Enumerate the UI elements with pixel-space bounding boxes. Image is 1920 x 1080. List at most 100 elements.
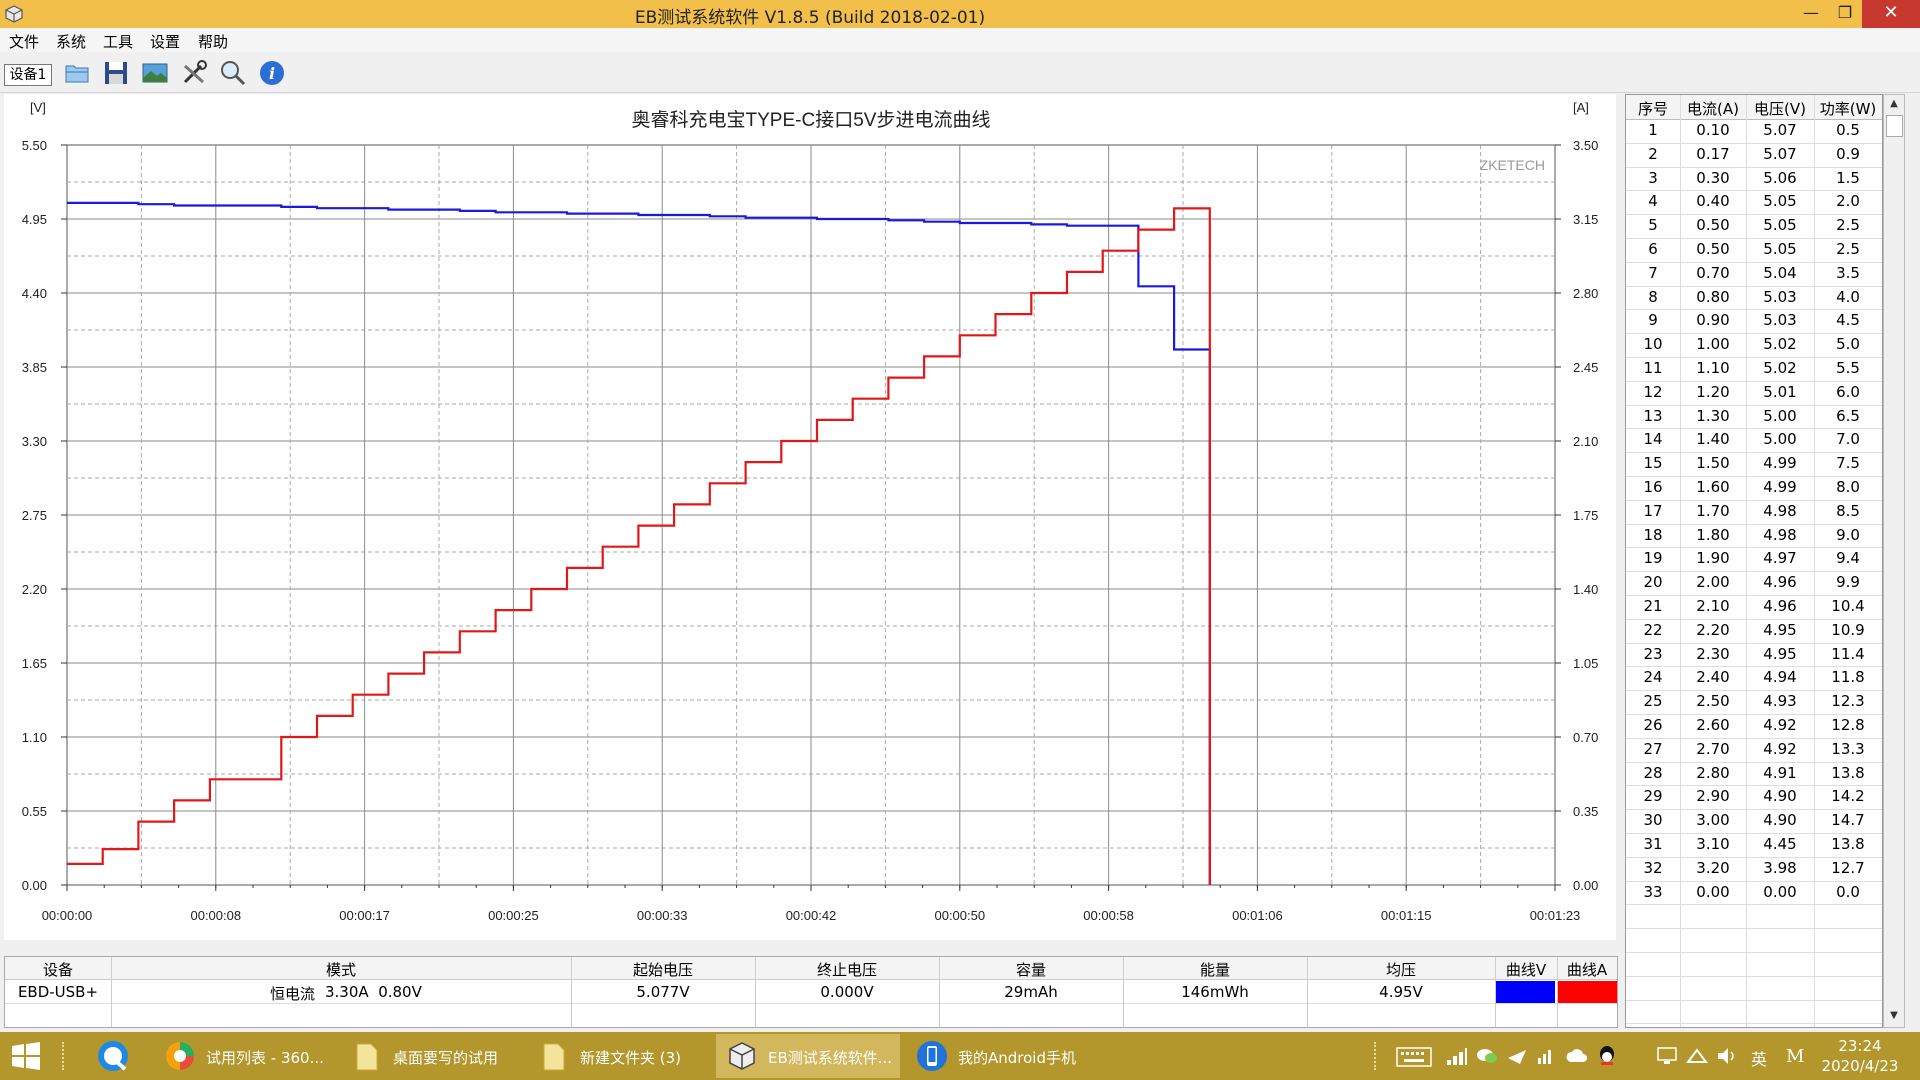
- table-row[interactable]: 33 0.00 0.00 0.0: [1626, 881, 1882, 906]
- table-row[interactable]: 18 1.80 4.98 9.0: [1626, 524, 1882, 549]
- table-row[interactable]: [1626, 904, 1882, 930]
- header-power[interactable]: 功率(W): [1814, 98, 1882, 119]
- cell-index: 32: [1643, 858, 1663, 877]
- table-row[interactable]: 6 0.50 5.05 2.5: [1626, 238, 1882, 263]
- qq-icon[interactable]: [1596, 1044, 1618, 1068]
- scroll-up-icon[interactable]: ▲: [1884, 95, 1904, 113]
- x-tick-label: 00:00:00: [42, 908, 93, 923]
- table-row[interactable]: 31 3.10 4.45 13.8: [1626, 833, 1882, 858]
- table-row[interactable]: 5 0.50 5.05 2.5: [1626, 214, 1882, 239]
- table-row[interactable]: 27 2.70 4.92 13.3: [1626, 738, 1882, 763]
- y-right-tick-label: 1.75: [1573, 508, 1598, 523]
- table-row[interactable]: 2 0.17 5.07 0.9: [1626, 143, 1882, 168]
- table-row[interactable]: [1626, 928, 1882, 953]
- table-row[interactable]: [1626, 1000, 1882, 1025]
- summary-header-capacity: 容量: [1015, 961, 1046, 979]
- volume-icon[interactable]: [1716, 1046, 1738, 1066]
- cell-index: 7: [1648, 263, 1658, 282]
- table-row[interactable]: 28 2.80 4.91 13.8: [1626, 762, 1882, 787]
- cell-current: 1.00: [1696, 335, 1730, 354]
- table-row[interactable]: 16 1.60 4.99 8.0: [1626, 476, 1882, 501]
- windows-start-icon[interactable]: [12, 1042, 40, 1070]
- table-row[interactable]: 7 0.70 5.04 3.5: [1626, 262, 1882, 287]
- task-folder-desktop[interactable]: 桌面要写的试用: [341, 1034, 521, 1078]
- network-tray-icon[interactable]: [1506, 1046, 1528, 1066]
- curve-v-color-swatch[interactable]: [1495, 981, 1555, 1003]
- cell-voltage: 4.96: [1763, 597, 1797, 615]
- header-current[interactable]: 电流(A): [1680, 98, 1746, 119]
- keyboard-icon[interactable]: [1396, 1046, 1432, 1068]
- summary-table: 设备 模式 起始电压 终止电压 容量 能量 均压 曲线V 曲线A EBD-USB…: [4, 956, 1618, 1028]
- table-row[interactable]: 10 1.00 5.02 5.0: [1626, 333, 1882, 358]
- scroll-thumb[interactable]: [1886, 115, 1903, 137]
- summary-column-divider: [755, 957, 756, 1027]
- scroll-down-icon[interactable]: ▼: [1884, 1007, 1904, 1025]
- cell-voltage: 4.96: [1763, 573, 1797, 592]
- table-row[interactable]: 32 3.20 3.98 12.7: [1626, 857, 1882, 882]
- header-index[interactable]: 序号: [1626, 98, 1680, 119]
- cell-index: 12: [1643, 382, 1663, 401]
- table-row[interactable]: 15 1.50 4.99 7.5: [1626, 452, 1882, 477]
- monitor-icon[interactable]: [1656, 1046, 1678, 1066]
- task-eb-software[interactable]: EB测试系统软件...: [716, 1034, 900, 1078]
- task-360-browser[interactable]: 试用列表 - 360...: [154, 1034, 329, 1078]
- table-row[interactable]: 4 0.40 5.05 2.0: [1626, 190, 1882, 216]
- table-row[interactable]: 1 0.10 5.07 0.5: [1626, 119, 1882, 144]
- signal-icon[interactable]: [1446, 1046, 1468, 1066]
- table-row[interactable]: 20 2.00 4.96 9.9: [1626, 571, 1882, 596]
- table-row[interactable]: 11 1.10 5.02 5.5: [1626, 357, 1882, 382]
- clock[interactable]: 23:24 2020/4/23: [1810, 1036, 1910, 1076]
- table-row[interactable]: 22 2.20 4.95 10.9: [1626, 619, 1882, 644]
- ime-mode-indicator[interactable]: M: [1786, 1046, 1804, 1067]
- table-row[interactable]: 25 2.50 4.93 12.3: [1626, 690, 1882, 715]
- cell-power: 11.8: [1831, 668, 1865, 687]
- table-row[interactable]: 14 1.40 5.00 7.0: [1626, 428, 1882, 454]
- summary-avg-voltage: 4.95V: [1379, 983, 1423, 1001]
- summary-header-curve-v: 曲线V: [1505, 961, 1547, 979]
- cell-power: 9.4: [1836, 549, 1860, 568]
- x-tick-label: 00:00:58: [1083, 908, 1134, 923]
- table-row[interactable]: [1626, 976, 1882, 1001]
- network-icon[interactable]: [1686, 1046, 1708, 1066]
- cell-current: 2.80: [1696, 763, 1730, 782]
- wechat-icon[interactable]: [1476, 1046, 1498, 1066]
- summary-column-divider: [939, 957, 940, 1027]
- cell-current: 1.80: [1696, 525, 1730, 544]
- table-row[interactable]: 3 0.30 5.06 1.5: [1626, 167, 1882, 192]
- curve-a-color-swatch[interactable]: [1557, 981, 1617, 1003]
- cell-power: 6.5: [1836, 406, 1860, 425]
- table-row[interactable]: 17 1.70 4.98 8.5: [1626, 500, 1882, 525]
- table-row[interactable]: [1626, 952, 1882, 977]
- table-row[interactable]: 12 1.20 5.01 6.0: [1626, 381, 1882, 406]
- cell-current: 2.70: [1696, 739, 1730, 758]
- table-row[interactable]: 21 2.10 4.96 10.4: [1626, 595, 1882, 620]
- browser-icon[interactable]: [95, 1038, 131, 1074]
- ime-indicator[interactable]: 英: [1751, 1046, 1767, 1070]
- table-row[interactable]: 29 2.90 4.90 14.2: [1626, 785, 1882, 811]
- y-right-tick-label: 3.50: [1573, 138, 1598, 153]
- header-voltage[interactable]: 电压(V): [1746, 98, 1814, 119]
- cell-voltage: 5.05: [1763, 192, 1797, 211]
- task-label: EB测试系统软件...: [768, 1049, 893, 1067]
- table-row[interactable]: 30 3.00 4.90 14.7: [1626, 809, 1882, 834]
- task-folder-new[interactable]: 新建文件夹 (3): [528, 1034, 708, 1078]
- table-row[interactable]: 13 1.30 5.00 6.5: [1626, 405, 1882, 430]
- summary-column-divider: [1495, 957, 1496, 1027]
- wifi-bars-icon[interactable]: [1536, 1046, 1558, 1066]
- cell-voltage: 5.07: [1763, 144, 1797, 163]
- table-row[interactable]: 23 2.30 4.95 11.4: [1626, 643, 1882, 668]
- y-left-tick-label: 4.40: [22, 286, 47, 301]
- cell-power: 9.9: [1836, 573, 1860, 592]
- table-row[interactable]: 9 0.90 5.03 4.5: [1626, 309, 1882, 335]
- table-row[interactable]: 26 2.60 4.92 12.8: [1626, 714, 1882, 739]
- cloud-icon[interactable]: [1566, 1046, 1588, 1066]
- table-row[interactable]: 24 2.40 4.94 11.8: [1626, 666, 1882, 692]
- table-scrollbar[interactable]: ▲ ▼: [1883, 94, 1905, 1028]
- cell-power: 13.8: [1831, 835, 1865, 853]
- table-row[interactable]: 8 0.80 5.03 4.0: [1626, 286, 1882, 311]
- cell-index: 17: [1643, 501, 1663, 520]
- table-row[interactable]: 19 1.90 4.97 9.4: [1626, 547, 1882, 573]
- task-android-phone[interactable]: 我的Android手机: [906, 1034, 1086, 1078]
- cell-voltage: 5.05: [1763, 240, 1797, 258]
- y-left-tick-label: 2.20: [22, 582, 47, 597]
